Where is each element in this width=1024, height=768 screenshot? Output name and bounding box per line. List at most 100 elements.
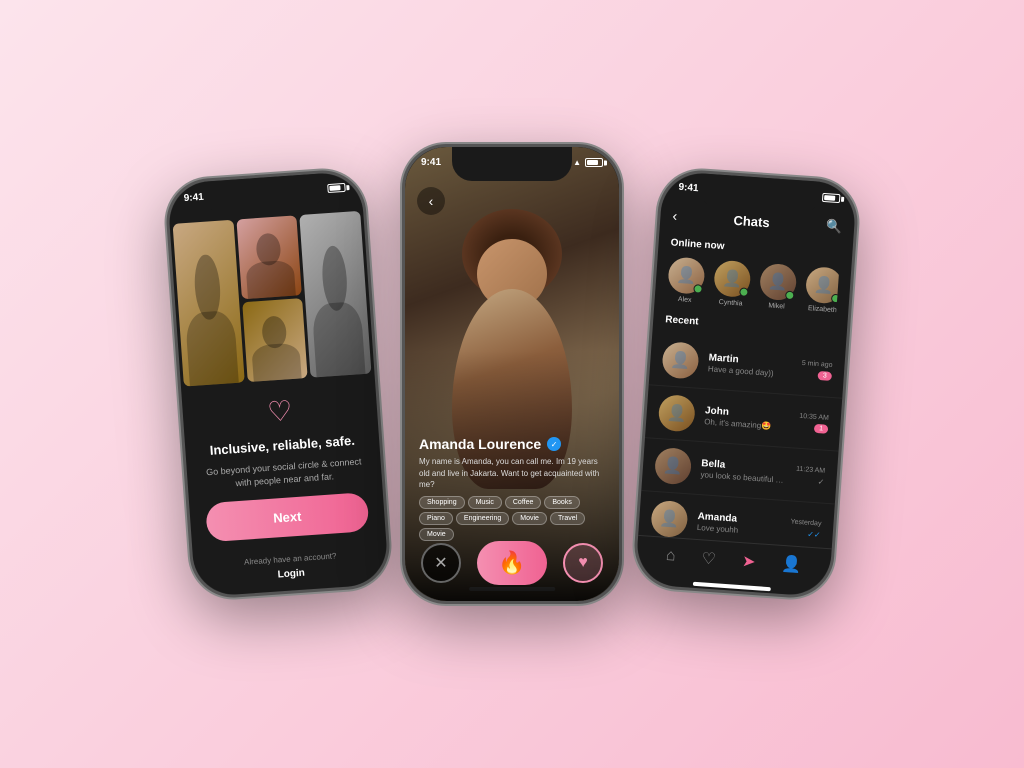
action-buttons: ✕ 🔥 ♥ [405, 541, 619, 585]
wifi-icon-2: ▲ [573, 158, 581, 167]
photo-cell-1 [173, 220, 245, 387]
chat-time-amanda: Yesterday [790, 518, 821, 527]
chat-list: 👤 Martin Have a good day)) 5 min ago 3 [638, 332, 846, 548]
phone-onboarding: 9:41 ▲ [164, 168, 393, 601]
nav-heart-icon[interactable]: ♡ [701, 548, 717, 569]
home-indicator-1 [254, 595, 331, 597]
read-tick-bella: ✓ [817, 477, 824, 486]
chat-meta-john: 10:35 AM 1 [798, 412, 829, 433]
app-logo: ♡ [266, 397, 293, 427]
photo-cell-3 [300, 211, 372, 378]
avatar-circle-mikel: 👤 [759, 263, 797, 301]
status-icons-1: ▲ [299, 183, 345, 195]
profile-bio: My name is Amanda, you can call me. Im 1… [419, 456, 605, 490]
nav-home-icon[interactable]: ⌂ [665, 547, 676, 566]
online-section-title: Online now [670, 237, 840, 260]
profile-tags: Shopping Music Coffee Books Piano Engine… [419, 496, 605, 541]
chat-info-amanda: Amanda Love youhh [697, 510, 781, 537]
tag-books: Books [544, 496, 579, 509]
recent-section: Recent 👤 Martin Have a good day)) 5 min … [638, 309, 847, 548]
unread-badge-john: 1 [814, 423, 829, 433]
online-dot-alex [693, 284, 703, 294]
avatar-name-elizabeth: Elizabeth [808, 305, 837, 314]
photo-cell-2 [236, 215, 302, 299]
chat-meta-martin: 5 min ago 3 [801, 359, 833, 380]
chat-time-bella: 11:23 AM [796, 465, 825, 474]
login-link[interactable]: Login [245, 566, 338, 583]
back-button[interactable]: ‹ [417, 187, 445, 215]
phone-screen-2: 9:41 ▲ [405, 147, 619, 601]
chat-info-bella: Bella you look so beautiful 💜 [700, 458, 786, 485]
profile-name-row: Amanda Lourence ✓ [419, 436, 605, 452]
status-time-2: 9:41 [421, 157, 441, 168]
chats-title: Chats [733, 212, 770, 229]
online-dot-mikel [785, 291, 795, 301]
tag-movie2: Movie [419, 528, 454, 541]
status-bar-2: 9:41 ▲ [405, 147, 619, 172]
unread-badge-martin: 3 [817, 370, 832, 380]
chat-avatar-amanda: 👤 [650, 500, 688, 538]
online-avatar-mikel[interactable]: 👤 Mikel [758, 263, 797, 311]
nav-chat-icon[interactable]: ➤ [741, 551, 756, 572]
chats-back-button[interactable]: ‹ [672, 207, 678, 223]
tag-engineering: Engineering [456, 512, 509, 525]
profile-name: Amanda Lourence [419, 436, 541, 452]
avatar-circle-alex: 👤 [667, 256, 705, 294]
chat-avatar-john: 👤 [658, 394, 696, 432]
tag-piano: Piano [419, 512, 453, 525]
tag-travel: Travel [550, 512, 585, 525]
battery-icon-1 [327, 183, 346, 193]
online-avatar-cynthia[interactable]: 👤 Cynthia [712, 260, 751, 308]
profile-info: Amanda Lourence ✓ My name is Amanda, you… [405, 436, 619, 541]
photo-cell-4 [242, 298, 308, 382]
phone-screen-1: 9:41 ▲ [167, 171, 389, 598]
signal-icon-2 [557, 159, 569, 167]
app-tagline: Inclusive, reliable, safe. [209, 433, 355, 458]
phones-container: 9:41 ▲ [158, 134, 866, 634]
online-dot-cynthia [739, 287, 749, 297]
login-area: Already have an account? Login [243, 546, 337, 583]
nav-profile-icon[interactable]: 👤 [781, 554, 802, 575]
online-avatar-elizabeth[interactable]: 👤 Elizabeth [804, 266, 839, 314]
heart-button[interactable]: ♥ [563, 543, 603, 583]
tag-music: Music [468, 496, 502, 509]
status-time-3: 9:41 [678, 182, 699, 194]
tag-coffee: Coffee [505, 496, 542, 509]
status-icons-3: ▲ [794, 191, 840, 203]
avatar-name-mikel: Mikel [768, 302, 785, 310]
search-icon[interactable]: 🔍 [825, 218, 842, 235]
signal-icon-1 [299, 186, 312, 195]
wifi-icon-1: ▲ [315, 184, 324, 194]
status-icons-2: ▲ [557, 158, 603, 167]
avatar-name-alex: Alex [678, 296, 692, 304]
login-hint: Already have an account? [244, 552, 337, 567]
tag-movie1: Movie [512, 512, 547, 525]
online-section: Online now 👤 Alex 👤 [654, 231, 853, 323]
signal-icon-3 [794, 191, 807, 200]
battery-icon-2 [585, 158, 603, 167]
avatar-circle-cynthia: 👤 [713, 260, 751, 298]
phone-profile: 9:41 ▲ [402, 144, 622, 604]
onboarding-content: ♡ Inclusive, reliable, safe. Go beyond y… [181, 379, 389, 597]
online-avatars-list: 👤 Alex 👤 Cynthia [667, 256, 840, 314]
status-time-1: 9:41 [183, 192, 204, 204]
next-button[interactable]: Next [205, 492, 369, 542]
avatar-circle-elizabeth: 👤 [805, 266, 839, 304]
chat-avatar-bella: 👤 [654, 447, 692, 485]
chat-info-martin: Martin Have a good day)) [708, 352, 793, 379]
fire-button[interactable]: 🔥 [477, 541, 547, 585]
online-avatar-alex[interactable]: 👤 Alex [667, 256, 706, 304]
chat-meta-amanda: Yesterday ✓✓ [790, 518, 822, 539]
chat-time-martin: 5 min ago [802, 359, 833, 368]
read-tick-amanda: ✓✓ [807, 529, 821, 539]
app-subtitle: Go beyond your social circle & connect w… [203, 455, 366, 491]
chat-time-john: 10:35 AM [799, 412, 829, 421]
battery-icon-3 [822, 193, 841, 203]
chat-meta-bella: 11:23 AM ✓ [795, 465, 825, 486]
avatar-name-cynthia: Cynthia [719, 299, 743, 308]
phone-chats: 9:41 ▲ ‹ Chats 🔍 [632, 168, 861, 601]
chat-info-john: John Oh, it's amazing🤩 [704, 405, 790, 432]
phone-screen-3: 9:41 ▲ ‹ Chats 🔍 [635, 171, 857, 598]
dislike-button[interactable]: ✕ [421, 543, 461, 583]
chat-avatar-martin: 👤 [661, 341, 699, 379]
